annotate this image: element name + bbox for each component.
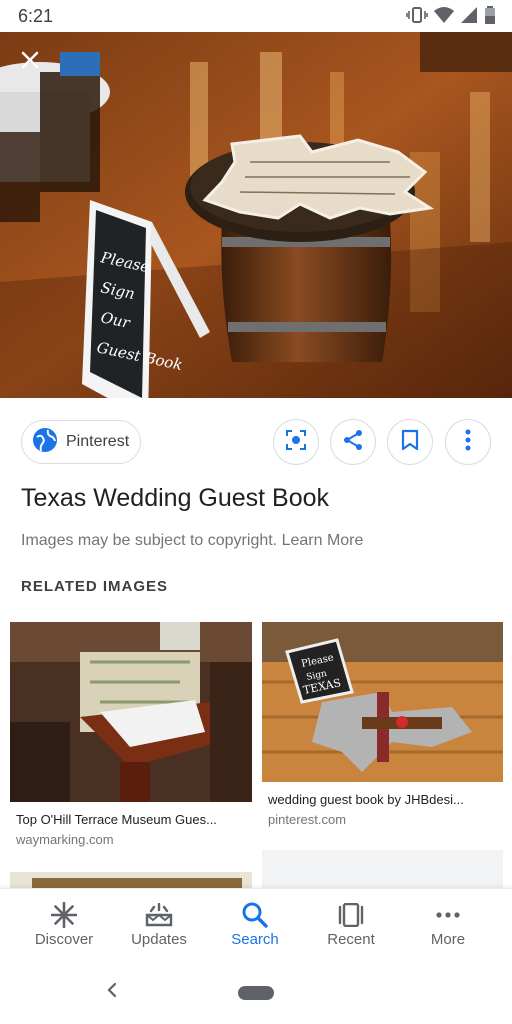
status-icons bbox=[406, 6, 496, 29]
bookmark-icon bbox=[401, 429, 419, 456]
recent-icon bbox=[337, 901, 365, 929]
image-title: Texas Wedding Guest Book bbox=[21, 484, 330, 512]
related-images-heading: RELATED IMAGES bbox=[21, 578, 169, 595]
battery-icon bbox=[484, 6, 496, 29]
updates-icon bbox=[145, 901, 173, 929]
source-label: Pinterest bbox=[66, 433, 130, 450]
status-bar: 6:21 bbox=[0, 0, 512, 32]
hero-illustration: Please Sign Our Guest Book bbox=[0, 32, 512, 398]
copyright-notice: Images may be subject to copyright. Lear… bbox=[21, 532, 363, 550]
nav-updates[interactable]: Updates bbox=[111, 889, 207, 963]
globe-icon bbox=[32, 427, 58, 458]
hero-image[interactable]: Please Sign Our Guest Book bbox=[0, 32, 512, 398]
copyright-text: Images may be subject to copyright. bbox=[21, 532, 278, 549]
bottom-navigation: Discover Updates Search Recent More bbox=[0, 888, 512, 963]
related-image-card[interactable]: Top O'Hill Terrace Museum Gues... waymar… bbox=[10, 622, 252, 852]
related-image-card[interactable]: Please Sign TEXAS wedding guest book by … bbox=[262, 622, 503, 832]
back-button[interactable] bbox=[100, 980, 124, 1004]
lens-button[interactable] bbox=[273, 419, 319, 465]
related-image-source: waymarking.com bbox=[16, 832, 114, 847]
vibrate-icon bbox=[406, 6, 428, 29]
related-image-thumbnail[interactable]: Please Sign TEXAS bbox=[262, 622, 503, 782]
source-chip[interactable]: Pinterest bbox=[21, 420, 141, 464]
related-image-thumbnail[interactable] bbox=[10, 622, 252, 802]
related-image-source: pinterest.com bbox=[268, 812, 347, 827]
wifi-icon bbox=[434, 6, 454, 29]
nav-label: Discover bbox=[34, 931, 94, 948]
share-icon bbox=[342, 429, 364, 456]
learn-more-link[interactable]: Learn More bbox=[282, 532, 364, 549]
home-button[interactable] bbox=[238, 986, 274, 1000]
close-button[interactable] bbox=[12, 44, 48, 80]
more-horiz-icon bbox=[436, 901, 460, 929]
more-options-button[interactable] bbox=[445, 419, 491, 465]
more-vert-icon bbox=[465, 429, 471, 456]
lens-icon bbox=[285, 429, 307, 456]
related-image-caption[interactable]: Top O'Hill Terrace Museum Gues... bbox=[16, 812, 246, 827]
bookmark-button[interactable] bbox=[387, 419, 433, 465]
related-image-caption[interactable]: wedding guest book by JHBdesi... bbox=[268, 792, 498, 807]
nav-label: Search bbox=[231, 931, 279, 948]
share-button[interactable] bbox=[330, 419, 376, 465]
frame-edge bbox=[32, 878, 242, 888]
asterisk-icon bbox=[51, 901, 77, 929]
nav-search[interactable]: Search bbox=[207, 889, 303, 963]
nav-discover[interactable]: Discover bbox=[16, 889, 112, 963]
nav-label: More bbox=[430, 931, 466, 948]
close-icon bbox=[20, 50, 40, 75]
nav-recent[interactable]: Recent bbox=[303, 889, 399, 963]
chevron-left-icon bbox=[106, 982, 118, 1003]
nav-more[interactable]: More bbox=[400, 889, 496, 963]
related-image-thumbnail[interactable] bbox=[262, 850, 503, 888]
signal-icon bbox=[460, 6, 478, 29]
nav-label: Recent bbox=[327, 931, 375, 948]
search-icon bbox=[242, 901, 268, 929]
status-time: 6:21 bbox=[18, 6, 54, 26]
nav-label: Updates bbox=[131, 931, 187, 948]
related-image-thumbnail[interactable] bbox=[10, 872, 252, 888]
